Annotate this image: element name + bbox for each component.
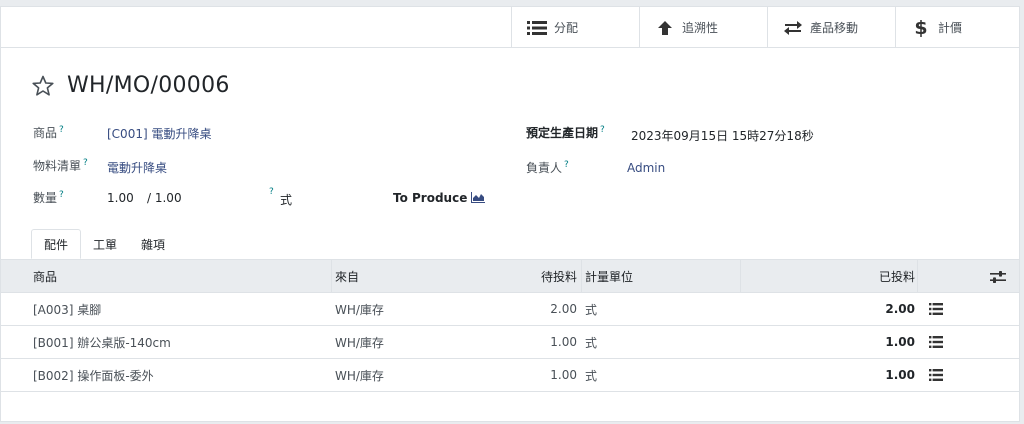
row-uom: 式 [585,302,598,317]
costing-button-label: 計價 [938,21,963,35]
row-source: WH/庫存 [335,335,384,350]
record-title: WH/MO/00006 [67,73,230,98]
form-sheet: 分配 追溯性 產品移動 $ 計價 WH/MO/00006 商品? [C001] … [0,6,1020,422]
row-uom: 式 [585,368,598,383]
row-consumed[interactable]: 1.00 [821,359,915,391]
row-uom: 式 [585,335,598,350]
smart-button-bar: 分配 追溯性 產品移動 $ 計價 [1,7,1019,48]
uom-field[interactable]: 式 [280,191,292,208]
notebook-tabs: 配件 工單 雜項 [31,229,177,259]
product-moves-button[interactable]: 產品移動 [767,7,895,48]
tab-components[interactable]: 配件 [31,229,82,259]
detailed-operations-icon[interactable] [929,303,943,315]
title-row: WH/MO/00006 [31,73,230,98]
scheduled-date-field[interactable]: 2023年09月15日 15時27分18秒 [631,127,814,144]
help-icon: ? [83,158,88,168]
optional-columns-icon[interactable] [990,271,1006,283]
uom-help: ? [269,187,274,197]
row-consumed[interactable]: 1.00 [821,326,915,358]
detailed-operations-icon[interactable] [929,336,943,348]
table-header: 商品 來自 待投料 計量單位 已投料 [1,259,1019,293]
row-product: [B001] 辦公桌版-140cm [33,335,171,350]
row-to-consume: 1.00 [550,368,577,382]
quantity-total: / 1.00 [147,191,182,205]
table-row[interactable]: [A003] 桌腳 WH/庫存 2.00 式 2.00 [1,293,1019,326]
traceability-button[interactable]: 追溯性 [639,7,767,48]
arrow-up-icon [654,20,676,36]
table-row[interactable]: [B002] 操作面板-委外 WH/庫存 1.00 式 1.00 [1,359,1019,392]
row-source: WH/庫存 [335,368,384,383]
to-produce-label: To Produce [393,191,468,205]
bom-field[interactable]: 電動升降桌 [107,159,167,176]
column-consumed[interactable]: 已投料 [821,260,915,292]
allocation-button-label: 分配 [554,21,579,35]
detailed-operations-icon[interactable] [929,369,943,381]
responsible-field[interactable]: Admin [627,161,665,175]
list-icon [526,20,548,35]
area-chart-icon[interactable] [471,192,485,203]
help-icon: ? [600,125,605,135]
responsible-label: 負責人? [526,160,569,175]
quantity-label: 數量? [33,190,64,205]
help-icon: ? [564,160,569,170]
row-product: [B002] 操作面板-委外 [33,368,154,383]
help-icon: ? [59,190,64,200]
traceability-button-label: 追溯性 [682,21,719,35]
quantity-field[interactable]: 1.00 [107,191,134,205]
costing-button[interactable]: $ 計價 [895,7,1019,48]
row-to-consume: 2.00 [550,302,577,316]
column-product[interactable]: 商品 [33,260,57,292]
row-product: [A003] 桌腳 [33,302,102,317]
allocation-button[interactable]: 分配 [511,7,639,48]
column-uom[interactable]: 計量單位 [585,260,633,292]
dollar-icon: $ [914,16,928,39]
table-row[interactable]: [B001] 辦公桌版-140cm WH/庫存 1.00 式 1.00 [1,326,1019,359]
help-icon: ? [59,125,64,135]
column-to-consume[interactable]: 待投料 [501,260,577,292]
tab-misc[interactable]: 雜項 [129,229,177,259]
row-consumed[interactable]: 2.00 [821,293,915,325]
tab-work-orders[interactable]: 工單 [81,229,129,259]
scheduled-date-label: 預定生產日期? [526,125,605,140]
column-source[interactable]: 來自 [335,260,359,292]
star-icon[interactable] [31,74,55,98]
product-moves-button-label: 產品移動 [810,21,859,35]
bom-label: 物料清單? [33,158,88,173]
row-to-consume: 1.00 [550,335,577,349]
row-source: WH/庫存 [335,302,384,317]
product-label: 商品? [33,125,64,140]
exchange-icon [782,20,804,36]
product-field[interactable]: [C001] 電動升降桌 [107,125,211,142]
